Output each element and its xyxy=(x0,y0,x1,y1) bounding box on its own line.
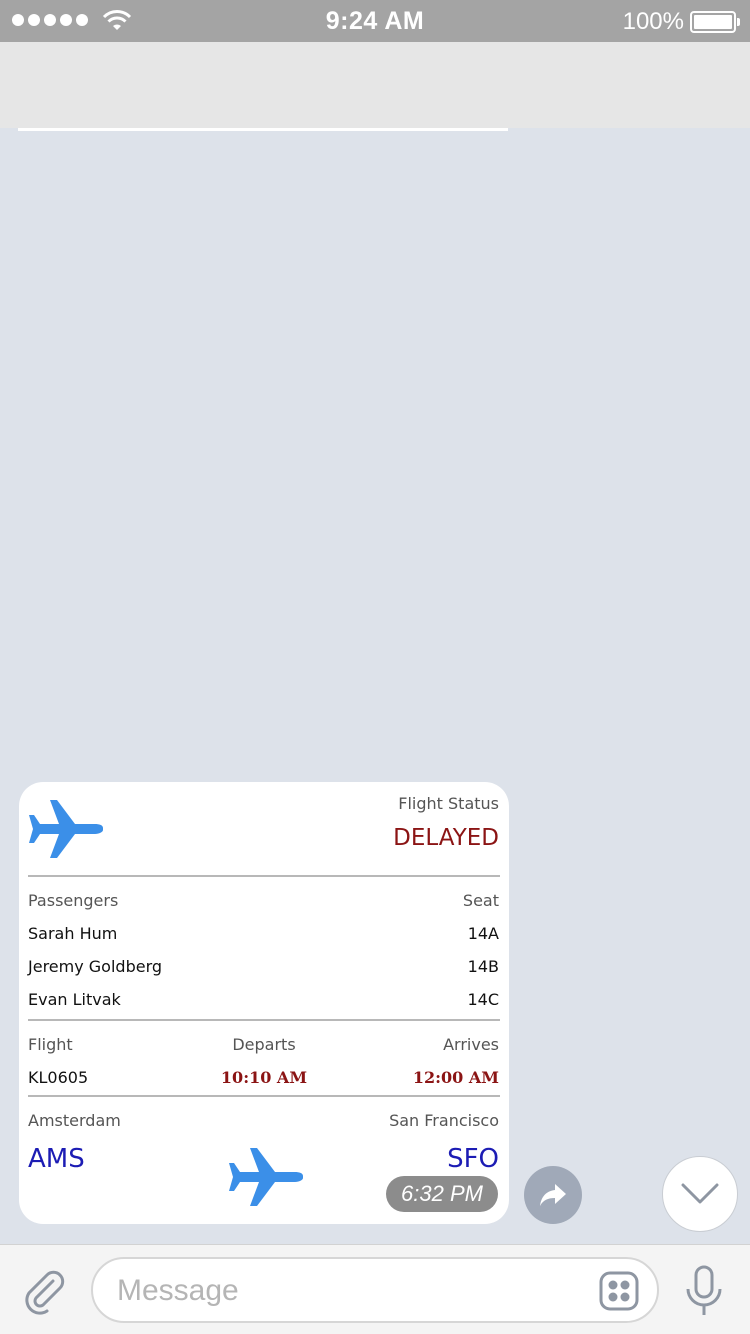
header-underline xyxy=(18,128,508,131)
share-button[interactable] xyxy=(524,1166,582,1224)
chat-header xyxy=(0,42,750,128)
message-field[interactable] xyxy=(91,1257,659,1323)
divider xyxy=(28,1095,500,1097)
message-timestamp: 6:32 PM xyxy=(386,1176,498,1212)
paperclip-icon[interactable] xyxy=(20,1267,68,1315)
divider xyxy=(28,875,500,877)
destination-city: San Francisco xyxy=(389,1111,499,1130)
chevron-down-icon xyxy=(681,1183,719,1204)
passenger-name: Jeremy Goldberg xyxy=(28,957,163,976)
arrives-time: 12:00 AM xyxy=(412,1068,499,1087)
arrives-header: Arrives xyxy=(443,1035,499,1054)
passenger-seat: 14C xyxy=(467,990,499,1009)
airplane-icon xyxy=(229,1148,303,1206)
destination-code: SFO xyxy=(447,1144,499,1174)
flight-status-card[interactable]: Flight Status DELAYED Passengers Seat Sa… xyxy=(19,782,509,1224)
share-arrow-icon xyxy=(540,1184,566,1206)
flight-status-label: Flight Status xyxy=(398,794,499,813)
origin-code: AMS xyxy=(28,1144,85,1174)
origin-city: Amsterdam xyxy=(28,1111,121,1130)
airplane-icon xyxy=(29,800,103,858)
battery-icon xyxy=(690,11,740,33)
battery-percent: 100% xyxy=(622,8,684,35)
seat-header: Seat xyxy=(462,891,499,910)
status-bar: 9:24 AM 100% xyxy=(0,0,750,42)
passenger-seat: 14B xyxy=(467,957,499,976)
scroll-to-bottom-button[interactable] xyxy=(662,1156,738,1232)
divider xyxy=(28,1019,500,1021)
message-input-bar xyxy=(0,1244,750,1334)
departs-header: Departs xyxy=(232,1035,296,1054)
passenger-seat: 14A xyxy=(467,924,499,943)
passenger-name: Sarah Hum xyxy=(28,924,118,943)
message-input[interactable] xyxy=(117,1269,577,1313)
passengers-header: Passengers xyxy=(28,891,119,910)
sticker-icon[interactable] xyxy=(599,1271,639,1311)
microphone-icon[interactable] xyxy=(684,1265,724,1317)
flight-status-value: DELAYED xyxy=(393,825,499,851)
passenger-name: Evan Litvak xyxy=(28,990,121,1009)
